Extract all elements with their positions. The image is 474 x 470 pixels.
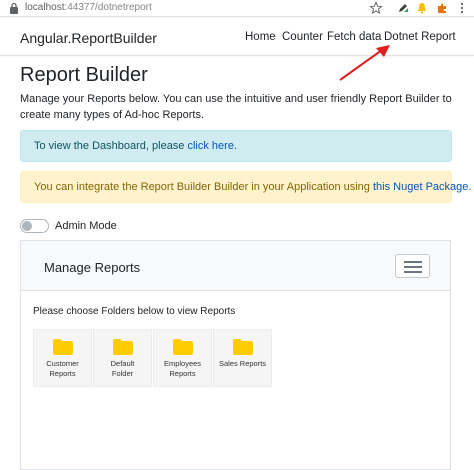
lock-icon	[10, 2, 18, 14]
panel-title: Manage Reports	[44, 260, 141, 275]
extension-bell-icon[interactable]	[416, 2, 428, 14]
dashboard-alert-end: .	[233, 140, 238, 152]
folder-icon	[113, 339, 133, 355]
folder-employees-reports[interactable]: Employees Reports	[153, 329, 212, 387]
folder-label: Customer Reports	[34, 359, 91, 379]
folder-hint: Please choose Folders below to view Repo…	[33, 306, 236, 317]
browser-address-bar: localhost:44377/dotnetreport	[0, 0, 474, 17]
nav-counter[interactable]: Counter	[282, 31, 323, 43]
bookmark-star-icon[interactable]	[369, 1, 383, 15]
folder-label-line1: Default	[110, 359, 135, 368]
folder-icon	[53, 339, 73, 355]
folder-label-line2: Reports	[169, 369, 196, 378]
folder-icon	[173, 339, 193, 355]
nuget-package-link[interactable]: this Nuget Package	[373, 181, 468, 193]
folder-list: Customer Reports Default Folder Employees R…	[33, 329, 272, 387]
manage-reports-panel: Manage Reports Please choose Folders bel…	[20, 240, 451, 470]
hamburger-bar	[404, 266, 422, 268]
folder-default-folder[interactable]: Default Folder	[93, 329, 152, 387]
admin-mode-label: Admin Mode	[55, 220, 117, 232]
folder-label-line2: Folder	[111, 369, 134, 378]
nuget-alert-end: .	[468, 181, 472, 193]
annotation-arrow	[339, 45, 390, 81]
page-intro: Manage your Reports below. You can use t…	[20, 93, 452, 121]
url-path: :44377/dotnetreport	[64, 2, 152, 13]
folder-icon	[233, 339, 253, 355]
folder-customer-reports[interactable]: Customer Reports	[33, 329, 92, 387]
hamburger-bar	[404, 271, 422, 273]
menu-toggle-button[interactable]	[395, 254, 430, 278]
dashboard-alert: To view the Dashboard, please click here…	[20, 130, 452, 162]
nav-home[interactable]: Home	[245, 31, 276, 43]
hamburger-bar	[404, 261, 422, 263]
url-host: localhost	[25, 2, 65, 13]
app-brand[interactable]: Angular.ReportBuilder	[20, 30, 157, 46]
dashboard-link[interactable]: click here	[187, 140, 233, 152]
top-navbar: Angular.ReportBuilder Home Counter Fetch…	[0, 18, 474, 56]
dashboard-alert-text: To view the Dashboard, please	[34, 140, 188, 152]
extension-puzzle-icon[interactable]	[436, 2, 448, 14]
folder-label-line1: Sales Reports	[218, 359, 267, 368]
nuget-alert: You can integrate the Report Builder Bui…	[20, 171, 471, 203]
nuget-alert-text: You can integrate the Report Builder Bui…	[34, 181, 373, 193]
folder-label: Employees Reports	[154, 359, 211, 379]
url-field[interactable]: localhost:44377/dotnetreport	[25, 1, 152, 15]
folder-sales-reports[interactable]: Sales Reports	[213, 329, 272, 387]
folder-label-line2: Reports	[49, 369, 76, 378]
folder-label-line1: Customer	[46, 359, 79, 368]
folder-label: Default Folder	[94, 359, 151, 379]
admin-mode-toggle[interactable]	[20, 219, 49, 233]
browser-menu-icon[interactable]	[460, 2, 464, 14]
folder-label: Sales Reports	[214, 359, 271, 369]
panel-header: Manage Reports	[21, 241, 450, 291]
toggle-knob	[22, 221, 32, 231]
page-title: Report Builder	[20, 64, 148, 86]
folder-label-line1: Employees	[163, 359, 202, 368]
extension-pen-icon[interactable]	[397, 2, 409, 14]
